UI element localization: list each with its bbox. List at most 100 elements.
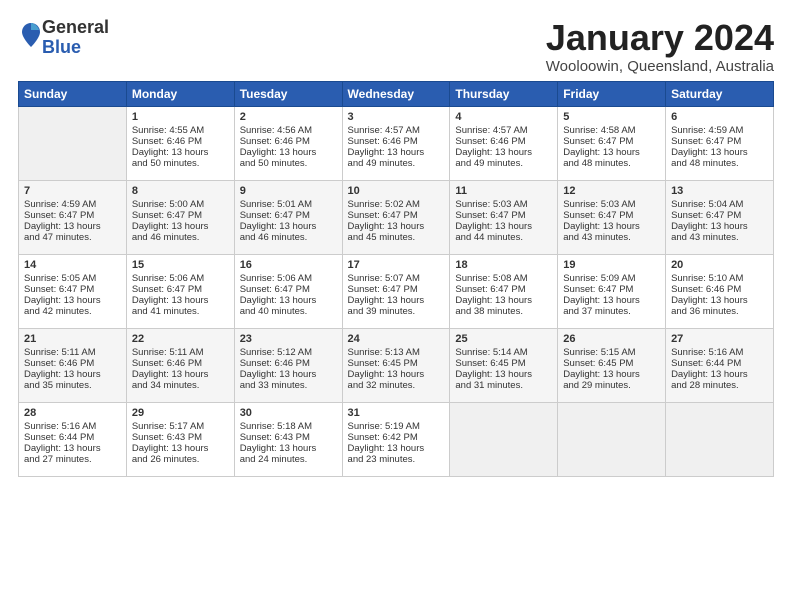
cell-text: Sunrise: 5:11 AM: [132, 347, 229, 358]
cell-text: Sunrise: 5:18 AM: [240, 421, 337, 432]
day-number: 29: [132, 407, 229, 419]
day-number: 17: [348, 259, 445, 271]
calendar-cell: [666, 402, 774, 476]
cell-text: Daylight: 13 hours: [132, 369, 229, 380]
cell-text: Sunset: 6:46 PM: [240, 136, 337, 147]
calendar-cell: 28 Sunrise: 5:16 AMSunset: 6:44 PMDayligh…: [19, 402, 127, 476]
cell-text: Sunrise: 4:57 AM: [348, 125, 445, 136]
cell-text: and 32 minutes.: [348, 380, 445, 391]
calendar-cell: 10Sunrise: 5:02 AMSunset: 6:47 PMDayligh…: [342, 180, 450, 254]
cell-text: Sunset: 6:42 PM: [348, 432, 445, 443]
cell-text: Daylight: 13 hours: [240, 221, 337, 232]
day-number: 12: [563, 185, 660, 197]
cell-text: Sunset: 6:46 PM: [132, 136, 229, 147]
day-number: 28: [24, 407, 121, 419]
cell-text: Sunset: 6:43 PM: [132, 432, 229, 443]
calendar-cell: 26Sunrise: 5:15 AMSunset: 6:45 PMDayligh…: [558, 328, 666, 402]
calendar-cell: 1Sunrise: 4:55 AMSunset: 6:46 PMDaylight…: [126, 106, 234, 180]
day-number: 10: [348, 185, 445, 197]
header: General Blue January 2024 Wooloowin, Que…: [18, 18, 774, 75]
calendar-table: SundayMondayTuesdayWednesdayThursdayFrid…: [18, 81, 774, 477]
cell-text: Daylight: 13 hours: [24, 443, 121, 454]
cell-text: Sunset: 6:44 PM: [24, 432, 121, 443]
page: General Blue January 2024 Wooloowin, Que…: [0, 0, 792, 487]
cell-text: Daylight: 13 hours: [671, 295, 768, 306]
cell-text: Sunrise: 5:16 AM: [24, 421, 121, 432]
cell-text: Sunset: 6:47 PM: [455, 284, 552, 295]
cell-text: Sunrise: 5:02 AM: [348, 199, 445, 210]
header-cell-saturday: Saturday: [666, 81, 774, 106]
day-number: 11: [455, 185, 552, 197]
cell-text: Daylight: 13 hours: [348, 295, 445, 306]
cell-text: and 28 minutes.: [671, 380, 768, 391]
calendar-cell: 24Sunrise: 5:13 AMSunset: 6:45 PMDayligh…: [342, 328, 450, 402]
calendar-cell: 16Sunrise: 5:06 AMSunset: 6:47 PMDayligh…: [234, 254, 342, 328]
header-row: SundayMondayTuesdayWednesdayThursdayFrid…: [19, 81, 774, 106]
day-number: 7: [24, 185, 121, 197]
day-number: 5: [563, 111, 660, 123]
calendar-week-0: 1Sunrise: 4:55 AMSunset: 6:46 PMDaylight…: [19, 106, 774, 180]
day-number: 18: [455, 259, 552, 271]
calendar-cell: 31Sunrise: 5:19 AMSunset: 6:42 PMDayligh…: [342, 402, 450, 476]
cell-text: Daylight: 13 hours: [348, 221, 445, 232]
day-number: 19: [563, 259, 660, 271]
cell-text: Sunrise: 5:15 AM: [563, 347, 660, 358]
calendar-cell: 30Sunrise: 5:18 AMSunset: 6:43 PMDayligh…: [234, 402, 342, 476]
calendar-cell: 25Sunrise: 5:14 AMSunset: 6:45 PMDayligh…: [450, 328, 558, 402]
calendar-cell: 20Sunrise: 5:10 AMSunset: 6:46 PMDayligh…: [666, 254, 774, 328]
cell-text: Sunset: 6:47 PM: [455, 210, 552, 221]
cell-text: and 39 minutes.: [348, 306, 445, 317]
calendar-cell: 9Sunrise: 5:01 AMSunset: 6:47 PMDaylight…: [234, 180, 342, 254]
cell-text: Sunrise: 5:01 AM: [240, 199, 337, 210]
cell-text: Sunset: 6:46 PM: [348, 136, 445, 147]
day-number: 15: [132, 259, 229, 271]
calendar-cell: 13Sunrise: 5:04 AMSunset: 6:47 PMDayligh…: [666, 180, 774, 254]
cell-text: and 37 minutes.: [563, 306, 660, 317]
cell-text: and 50 minutes.: [240, 158, 337, 169]
calendar-cell: 3 Sunrise: 4:57 AMSunset: 6:46 PMDaylight…: [342, 106, 450, 180]
cell-text: and 48 minutes.: [563, 158, 660, 169]
calendar-header: SundayMondayTuesdayWednesdayThursdayFrid…: [19, 81, 774, 106]
cell-text: Daylight: 13 hours: [455, 147, 552, 158]
cell-text: Daylight: 13 hours: [348, 147, 445, 158]
cell-text: Daylight: 13 hours: [671, 147, 768, 158]
cell-text: and 40 minutes.: [240, 306, 337, 317]
cell-text: Daylight: 13 hours: [563, 221, 660, 232]
calendar-week-1: 7 Sunrise: 4:59 AM Sunset: 6:47 PM Daylight…: [19, 180, 774, 254]
cell-text: and 49 minutes.: [348, 158, 445, 169]
cell-text: Sunset: 6:47 PM: [132, 210, 229, 221]
day-number: 23: [240, 333, 337, 345]
cell-text: Sunrise: 4:59 AM: [24, 199, 121, 210]
cell-text: Sunrise: 4:58 AM: [563, 125, 660, 136]
calendar-week-2: 14Sunrise: 5:05 AMSunset: 6:47 PMDayligh…: [19, 254, 774, 328]
day-number: 6: [671, 111, 768, 123]
cell-text: Sunset: 6:45 PM: [563, 358, 660, 369]
calendar-cell: 2Sunrise: 4:56 AMSunset: 6:46 PMDaylight…: [234, 106, 342, 180]
cell-text: Sunrise: 5:19 AM: [348, 421, 445, 432]
logo-general: General: [42, 17, 109, 37]
cell-text: Sunrise: 4:55 AM: [132, 125, 229, 136]
cell-text: Daylight: 13 hours: [671, 221, 768, 232]
day-number: 3: [348, 111, 445, 123]
cell-text: Sunrise: 5:06 AM: [132, 273, 229, 284]
cell-text: Sunrise: 5:00 AM: [132, 199, 229, 210]
calendar-cell: [558, 402, 666, 476]
cell-text: and 47 minutes.: [24, 232, 121, 243]
calendar-cell: 5Sunrise: 4:58 AMSunset: 6:47 PMDaylight…: [558, 106, 666, 180]
cell-text: Sunrise: 4:59 AM: [671, 125, 768, 136]
day-number: 24: [348, 333, 445, 345]
cell-text: and 27 minutes.: [24, 454, 121, 465]
logo-icon: [20, 21, 42, 49]
calendar-cell: 11Sunrise: 5:03 AMSunset: 6:47 PMDayligh…: [450, 180, 558, 254]
cell-text: and 48 minutes.: [671, 158, 768, 169]
cell-text: Daylight: 13 hours: [240, 443, 337, 454]
cell-text: Sunset: 6:43 PM: [240, 432, 337, 443]
header-cell-friday: Friday: [558, 81, 666, 106]
day-number: 9: [240, 185, 337, 197]
cell-text: Daylight: 13 hours: [132, 295, 229, 306]
cell-text: Daylight: 13 hours: [455, 369, 552, 380]
cell-text: and 31 minutes.: [455, 380, 552, 391]
cell-text: Sunset: 6:45 PM: [348, 358, 445, 369]
calendar-week-3: 21Sunrise: 5:11 AMSunset: 6:46 PMDayligh…: [19, 328, 774, 402]
logo-text: General Blue: [42, 18, 109, 58]
